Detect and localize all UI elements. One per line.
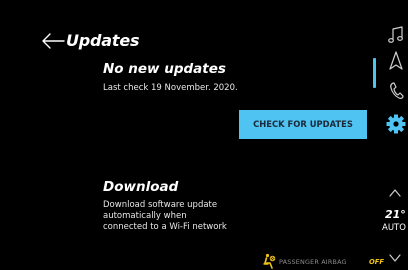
settings-gear-icon (386, 114, 406, 134)
download-description-line: Download software update (103, 200, 218, 210)
updates-screen: Updates No new updates Last check 19 Nov… (0, 0, 408, 270)
download-heading: Download (103, 179, 179, 195)
chevron-down-icon (389, 254, 401, 262)
arrow-left-icon (42, 33, 65, 49)
passenger-airbag-label: PASSENGER AIRBAG (279, 258, 347, 266)
phone-icon (390, 82, 404, 99)
update-status-heading: No new updates (103, 61, 226, 77)
download-description: Download software update automatically w… (103, 200, 227, 233)
navigation-icon (389, 51, 403, 70)
music-note-icon (388, 26, 403, 43)
climate-mode: AUTO (382, 223, 406, 233)
temperature-down-button[interactable] (388, 249, 402, 262)
check-for-updates-button[interactable]: CHECK FOR UPDATES (239, 110, 367, 139)
sidebar-item-phone[interactable] (386, 80, 406, 102)
page-title: Updates (66, 31, 140, 50)
temperature-up-button[interactable] (388, 184, 402, 197)
download-description-line: connected to a Wi-Fi network (103, 222, 227, 232)
chevron-up-icon (389, 189, 401, 197)
download-description-line: automatically when (103, 211, 187, 221)
sidebar-item-navigation[interactable] (386, 50, 406, 72)
passenger-airbag-icon (263, 253, 276, 269)
sidebar-item-settings[interactable] (386, 113, 406, 135)
right-sidebar: 21° AUTO (372, 0, 408, 270)
sidebar-item-music[interactable] (386, 24, 406, 46)
last-check-text: Last check 19 November. 2020. (103, 83, 238, 93)
back-button[interactable] (40, 30, 66, 52)
sidebar-active-indicator (373, 58, 376, 88)
temperature-value: 21° (385, 208, 406, 221)
